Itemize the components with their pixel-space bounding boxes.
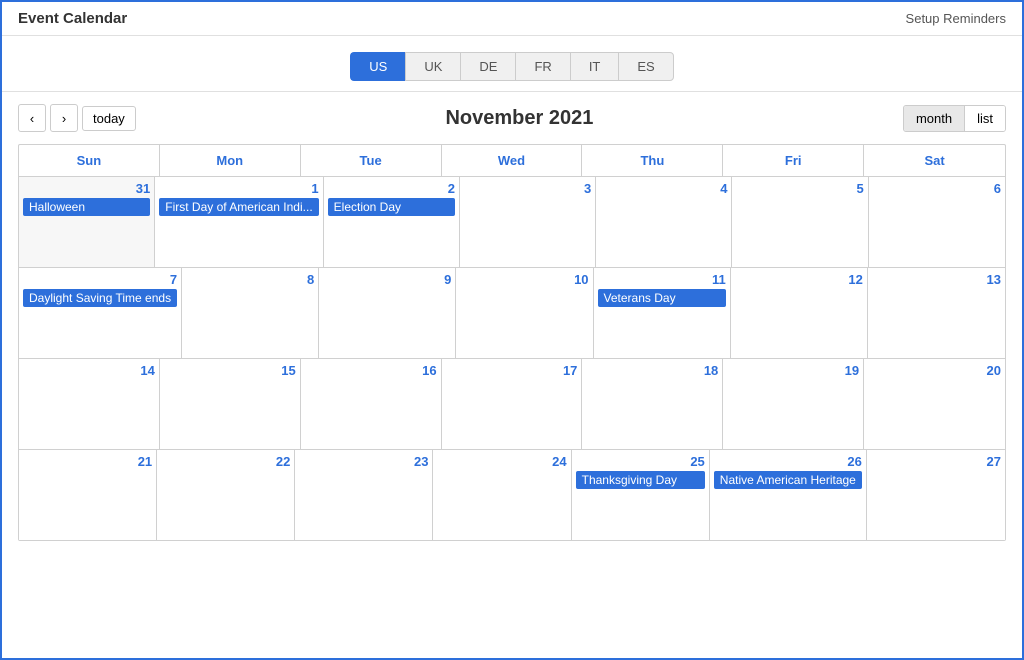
day-number: 25 [576, 454, 705, 469]
day-number: 10 [460, 272, 588, 287]
event-election-day[interactable]: Election Day [328, 198, 455, 216]
day-header-thu: Thu [582, 145, 723, 176]
day-cell-26[interactable]: 26 Native American Heritage [710, 450, 867, 540]
locale-tab-fr[interactable]: FR [515, 52, 569, 81]
day-number: 4 [600, 181, 727, 196]
day-header-fri: Fri [723, 145, 864, 176]
day-cell-10[interactable]: 10 [456, 268, 593, 358]
day-cell-17[interactable]: 17 [442, 359, 583, 449]
today-button[interactable]: today [82, 106, 136, 131]
week-row-4: 21 22 23 24 25 Thanksgiving Day 26 Nativ [19, 450, 1005, 540]
app-title: Event Calendar [18, 10, 127, 27]
day-cell-7[interactable]: 7 Daylight Saving Time ends [19, 268, 182, 358]
locale-tabs: US UK DE FR IT ES [2, 36, 1022, 92]
day-number: 12 [735, 272, 863, 287]
day-number: 9 [323, 272, 451, 287]
day-cell-3[interactable]: 3 [460, 177, 596, 267]
view-toggle: month list [903, 105, 1006, 132]
week-row-1: 31 Halloween 1 First Day of American Ind… [19, 177, 1005, 268]
day-number: 15 [164, 363, 296, 378]
day-header-sat: Sat [864, 145, 1005, 176]
day-cell-2[interactable]: 2 Election Day [324, 177, 460, 267]
day-cell-14[interactable]: 14 [19, 359, 160, 449]
app-container: Event Calendar Setup Reminders US UK DE … [0, 0, 1024, 660]
day-number: 14 [23, 363, 155, 378]
prev-month-button[interactable]: ‹ [18, 104, 46, 132]
next-month-button[interactable]: › [50, 104, 78, 132]
day-cell-24[interactable]: 24 [433, 450, 571, 540]
day-cell-5[interactable]: 5 [732, 177, 868, 267]
week-row-3: 14 15 16 17 18 19 20 [19, 359, 1005, 450]
locale-tab-es[interactable]: ES [618, 52, 673, 81]
day-number: 19 [727, 363, 859, 378]
day-cell-11[interactable]: 11 Veterans Day [594, 268, 731, 358]
day-number: 27 [871, 454, 1001, 469]
calendar-toolbar: ‹ › today November 2021 month list [18, 104, 1006, 132]
day-number: 20 [868, 363, 1001, 378]
day-cell-21[interactable]: 21 [19, 450, 157, 540]
event-halloween[interactable]: Halloween [23, 198, 150, 216]
day-cell-18[interactable]: 18 [582, 359, 723, 449]
calendar-header-row: Sun Mon Tue Wed Thu Fri Sat [19, 145, 1005, 177]
day-number: 8 [186, 272, 314, 287]
day-number: 31 [23, 181, 150, 196]
day-number: 6 [873, 181, 1001, 196]
day-cell-31[interactable]: 31 Halloween [19, 177, 155, 267]
calendar-title: November 2021 [445, 107, 593, 130]
day-number: 26 [714, 454, 862, 469]
day-cell-9[interactable]: 9 [319, 268, 456, 358]
calendar-container: ‹ › today November 2021 month list Sun M… [2, 92, 1022, 541]
week-row-2: 7 Daylight Saving Time ends 8 9 10 11 Ve… [19, 268, 1005, 359]
day-cell-19[interactable]: 19 [723, 359, 864, 449]
day-header-tue: Tue [301, 145, 442, 176]
list-view-button[interactable]: list [965, 106, 1005, 131]
day-number: 23 [299, 454, 428, 469]
day-cell-27[interactable]: 27 [867, 450, 1005, 540]
day-number: 1 [159, 181, 318, 196]
calendar-grid: Sun Mon Tue Wed Thu Fri Sat 31 Halloween… [18, 144, 1006, 541]
event-native-american[interactable]: Native American Heritage [714, 471, 862, 489]
day-number: 16 [305, 363, 437, 378]
event-thanksgiving[interactable]: Thanksgiving Day [576, 471, 705, 489]
event-american-indian[interactable]: First Day of American Indi... [159, 198, 318, 216]
day-cell-20[interactable]: 20 [864, 359, 1005, 449]
day-number: 22 [161, 454, 290, 469]
app-header: Event Calendar Setup Reminders [2, 2, 1022, 36]
nav-buttons: ‹ › today [18, 104, 136, 132]
day-cell-8[interactable]: 8 [182, 268, 319, 358]
day-number: 13 [872, 272, 1001, 287]
day-header-sun: Sun [19, 145, 160, 176]
day-header-wed: Wed [442, 145, 583, 176]
day-cell-25[interactable]: 25 Thanksgiving Day [572, 450, 710, 540]
day-number: 11 [598, 272, 726, 287]
locale-tab-it[interactable]: IT [570, 52, 619, 81]
day-number: 7 [23, 272, 177, 287]
day-cell-1[interactable]: 1 First Day of American Indi... [155, 177, 323, 267]
day-cell-16[interactable]: 16 [301, 359, 442, 449]
day-number: 17 [446, 363, 578, 378]
day-number: 21 [23, 454, 152, 469]
event-veterans-day[interactable]: Veterans Day [598, 289, 726, 307]
day-cell-22[interactable]: 22 [157, 450, 295, 540]
day-cell-12[interactable]: 12 [731, 268, 868, 358]
day-number: 5 [736, 181, 863, 196]
day-cell-15[interactable]: 15 [160, 359, 301, 449]
day-number: 3 [464, 181, 591, 196]
day-cell-6[interactable]: 6 [869, 177, 1005, 267]
day-cell-13[interactable]: 13 [868, 268, 1005, 358]
day-header-mon: Mon [160, 145, 301, 176]
locale-tab-de[interactable]: DE [460, 52, 515, 81]
month-view-button[interactable]: month [904, 106, 965, 131]
day-number: 2 [328, 181, 455, 196]
locale-tab-uk[interactable]: UK [405, 52, 460, 81]
setup-reminders-link[interactable]: Setup Reminders [906, 11, 1006, 26]
day-cell-4[interactable]: 4 [596, 177, 732, 267]
locale-tab-us[interactable]: US [350, 52, 405, 81]
event-dst[interactable]: Daylight Saving Time ends [23, 289, 177, 307]
day-cell-23[interactable]: 23 [295, 450, 433, 540]
day-number: 18 [586, 363, 718, 378]
day-number: 24 [437, 454, 566, 469]
